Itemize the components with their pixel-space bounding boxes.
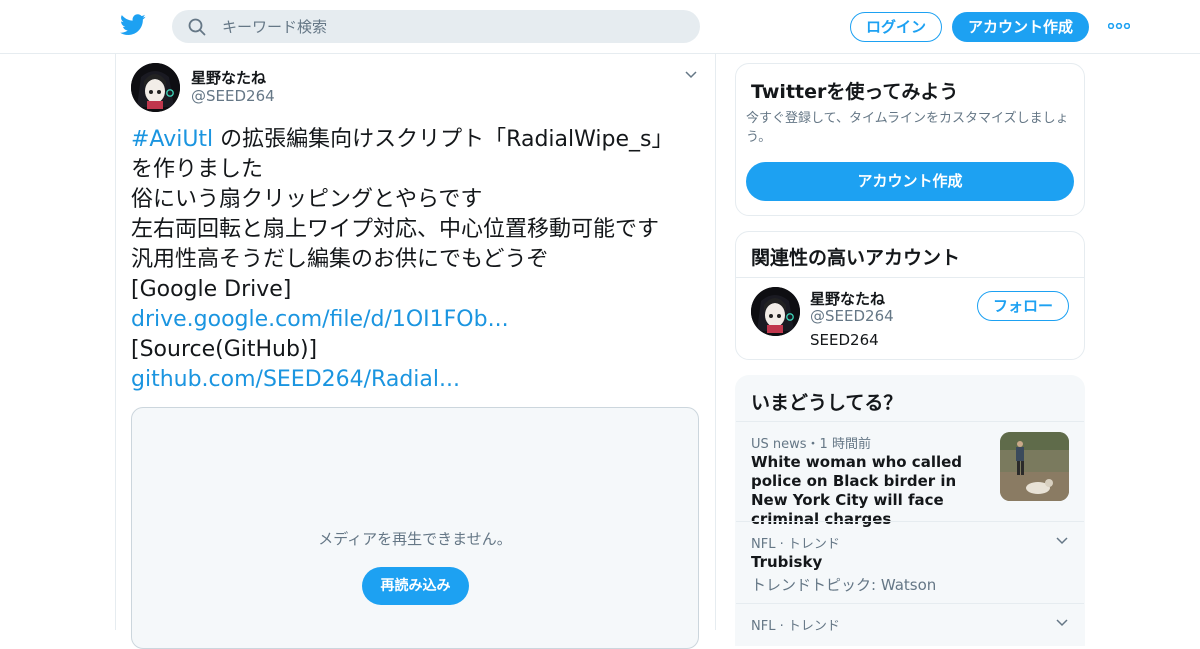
tweet-line: 左右両回転と扇上ワイプ対応、中心位置移動可能です [131,217,660,242]
search-icon [188,18,206,36]
trends-card: いまどうしてる？ US news・1 時間前 White woman who c… [735,375,1085,646]
twitter-bird-icon[interactable] [120,14,146,36]
search-bar[interactable] [172,10,700,43]
hashtag-link[interactable]: #AviUtl [131,127,213,152]
avatar[interactable] [131,63,180,112]
signup-card: Twitterを使ってみよう 今すぐ登録して、タイムラインをカスタマイズしましょ… [735,63,1085,216]
avatar-image [131,63,180,112]
account-bio: SEED264 [810,331,879,349]
github-link[interactable]: github.com/SEED264/Radial... [131,365,701,395]
signup-button[interactable]: アカウント作成 [952,12,1089,42]
news-photo-image [1000,432,1069,501]
trend-thumbnail[interactable] [1000,432,1069,501]
chevron-down-icon[interactable] [685,71,697,79]
author-name[interactable]: 星野なたね [191,67,266,88]
tweet-line: を作りました [131,157,264,182]
trend-name[interactable]: Trubisky [751,553,822,571]
account-name[interactable]: 星野なたね [810,288,885,309]
trend-item[interactable]: NFL · トレンド Trubisky トレンドトピック: Watson [736,521,1084,604]
tweet-line: 汎用性高そうだし編集のお供にでもどうぞ [131,247,549,272]
tweet-line: [Google Drive] [131,277,292,302]
avatar-image [751,287,800,336]
follow-button[interactable]: フォロー [977,291,1069,321]
search-input[interactable] [222,10,682,43]
tweet-text: #AviUtl の拡張編集向けスクリプト「RadialWipe_s」 を作りまし… [131,125,701,395]
more-options-icon[interactable] [1108,23,1130,29]
tweet-detail: 星野なたね @SEED264 #AviUtl の拡張編集向けスクリプト「Radi… [115,54,716,649]
trend-meta: NFL · トレンド [751,537,840,552]
tweet-line: [Source(GitHub)] [131,337,318,362]
chevron-down-icon[interactable] [1056,537,1068,545]
chevron-down-icon[interactable] [1056,619,1068,627]
drive-link[interactable]: drive.google.com/file/d/1OI1FOb... [131,305,701,335]
card-title: Twitterを使ってみよう [751,81,959,103]
account-handle[interactable]: @SEED264 [810,307,894,325]
author-handle[interactable]: @SEED264 [191,87,275,105]
avatar[interactable] [751,287,800,336]
card-title: いまどうしてる？ [751,392,903,414]
login-button[interactable]: ログイン [850,12,942,42]
trend-headline[interactable]: White woman who called police on Black b… [751,453,986,529]
tweet-line: の拡張編集向けスクリプト「RadialWipe_s」 [213,127,674,152]
trend-item[interactable]: US news・1 時間前 White woman who called pol… [736,421,1084,528]
reload-button[interactable]: 再読み込み [362,567,469,605]
trend-context: トレンドトピック: Watson [751,576,937,594]
media-player: メディアを再生できません。 再読み込み [131,407,699,649]
create-account-button[interactable]: アカウント作成 [746,162,1074,201]
signup-description: 今すぐ登録して、タイムラインをカスタマイズしましょう。 [746,111,1069,145]
trend-item[interactable]: NFL · トレンド [736,603,1084,646]
media-error-message: メディアを再生できません。 [318,530,512,548]
top-bar: ログイン アカウント作成 [0,0,1200,54]
tweet-line: 俗にいう扇クリッピングとやらです [131,187,483,212]
divider [736,277,1084,278]
trend-meta: US news・1 時間前 [751,437,871,452]
trend-meta: NFL · トレンド [751,619,840,634]
related-accounts-card: 関連性の高いアカウント 星野なたね @SEED264 SEED264 フォロー [735,231,1085,360]
card-title: 関連性の高いアカウント [751,247,961,269]
